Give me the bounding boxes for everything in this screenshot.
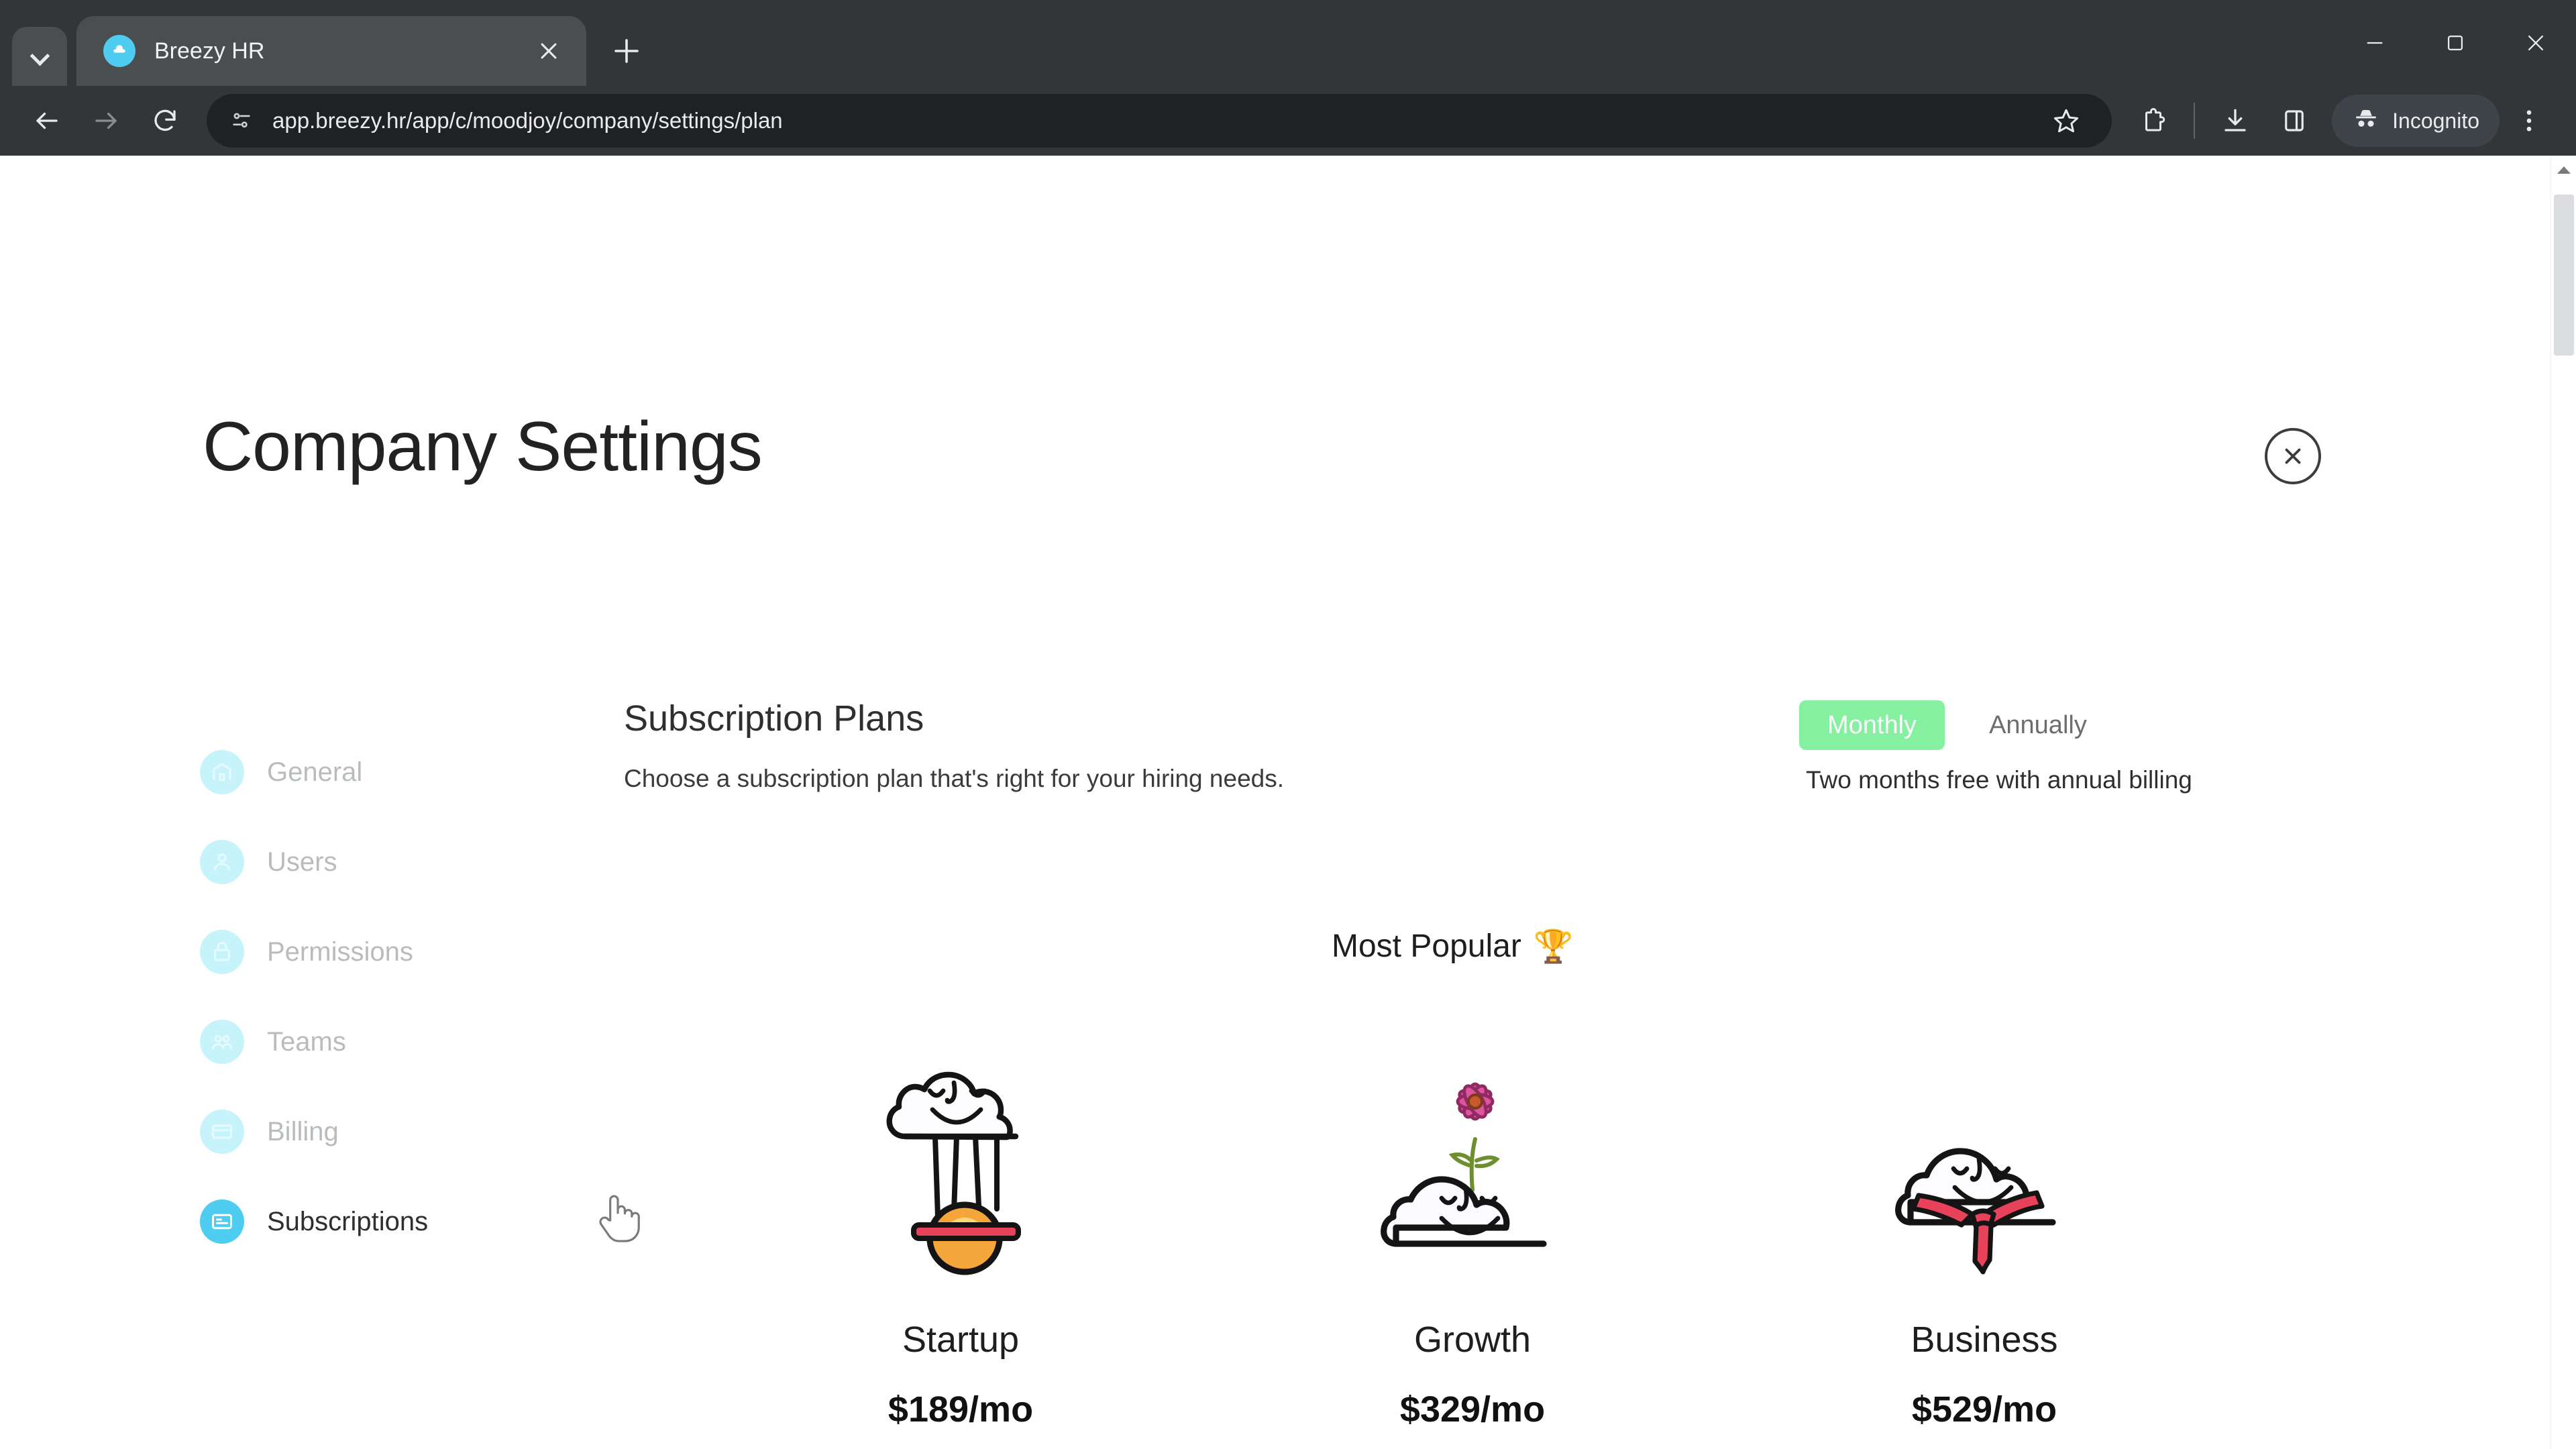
plan-name: Business (1911, 1320, 2058, 1360)
extensions-puzzle-icon[interactable] (2124, 91, 2183, 150)
mouse-cursor (593, 1190, 643, 1248)
settings-sidebar: General Users Permissions Teams Billing … (200, 747, 576, 1287)
incognito-hat-icon (2352, 105, 2380, 137)
subscription-plans-heading: Subscription Plans (624, 698, 924, 739)
site-settings-icon[interactable] (223, 102, 260, 140)
incognito-label: Incognito (2392, 108, 2479, 133)
browser-window: Breezy HR app.breezy.hr/app/c/moodjoy/co… (0, 0, 2576, 1449)
maximize-icon[interactable] (2415, 0, 2496, 86)
sidebar-item-general[interactable]: General (200, 747, 576, 797)
most-popular-label: Most Popular (1332, 928, 1521, 964)
browser-tab[interactable]: Breezy HR (76, 16, 586, 86)
plan-card-business[interactable]: Business $529/mo Ultimate hiring control… (1750, 1021, 2219, 1449)
plan-price: $529/mo (1911, 1389, 2057, 1430)
breezy-cloud-icon (103, 35, 136, 67)
url-text: app.breezy.hr/app/c/moodjoy/company/sett… (272, 108, 783, 133)
sidebar-item-label: Users (267, 847, 337, 877)
page-scrollbar[interactable] (2551, 156, 2576, 1449)
back-arrow-icon[interactable] (17, 91, 76, 150)
scrollbar-thumb[interactable] (2554, 195, 2574, 356)
tab-strip: Breezy HR (0, 0, 2576, 86)
plan-price: $329/mo (1399, 1389, 1546, 1430)
most-popular-badge: Most Popular 🏆 (1332, 927, 1574, 965)
omnibox-actions (2037, 91, 2096, 150)
scroll-up-arrow-icon[interactable] (2557, 166, 2571, 174)
reload-icon[interactable] (136, 91, 195, 150)
window-close-icon[interactable] (2496, 0, 2576, 86)
address-bar[interactable]: app.breezy.hr/app/c/moodjoy/company/sett… (207, 94, 2112, 148)
cloud-with-flower-illustration (1238, 1021, 1707, 1289)
download-icon[interactable] (2206, 91, 2265, 150)
user-icon (200, 840, 244, 884)
billing-period-toggle: Monthly Annually (1799, 700, 2115, 750)
subscription-plans-subheading: Choose a subscription plan that's right … (624, 765, 1285, 792)
sidebar-item-users[interactable]: Users (200, 837, 576, 887)
billing-note: Two months free with annual billing (1806, 766, 2192, 794)
plan-name: Growth (1413, 1320, 1532, 1360)
subscriptions-icon (200, 1199, 244, 1244)
star-icon[interactable] (2037, 91, 2096, 150)
billing-monthly-option[interactable]: Monthly (1799, 700, 1945, 750)
sidebar-item-label: Teams (267, 1026, 346, 1057)
plan-name: Startup (902, 1320, 1020, 1360)
page-viewport: Company Settings General Users Permissio… (0, 156, 2576, 1449)
sidebar-item-label: General (267, 757, 363, 787)
cloud-with-necktie-illustration (1750, 1021, 2219, 1289)
toolbar-divider (2194, 103, 2196, 139)
new-tab-button[interactable] (602, 27, 651, 75)
teams-icon (200, 1020, 244, 1064)
page-title: Company Settings (203, 408, 763, 486)
tab-search-button[interactable] (12, 27, 67, 86)
lock-icon (200, 930, 244, 974)
sidebar-item-teams[interactable]: Teams (200, 1017, 576, 1067)
incognito-indicator[interactable]: Incognito (2332, 95, 2500, 147)
billing-annually-option[interactable]: Annually (1961, 700, 2115, 750)
cloud-on-unicycle-illustration (726, 1021, 1195, 1289)
side-panel-icon[interactable] (2265, 91, 2324, 150)
sidebar-item-subscriptions[interactable]: Subscriptions (200, 1197, 576, 1246)
window-controls (2334, 0, 2576, 86)
sidebar-item-label: Billing (267, 1116, 339, 1146)
close-modal-icon[interactable] (2265, 428, 2321, 484)
credit-card-icon (200, 1110, 244, 1154)
sidebar-item-label: Subscriptions (267, 1206, 429, 1236)
sidebar-item-permissions[interactable]: Permissions (200, 927, 576, 977)
tab-close-icon[interactable] (530, 32, 568, 70)
plan-card-startup[interactable]: Startup $189/mo Enhanced hiring tools to… (726, 1021, 1195, 1449)
browser-toolbar: app.breezy.hr/app/c/moodjoy/company/sett… (0, 86, 2576, 156)
chevron-down-icon (31, 48, 48, 65)
sidebar-item-label: Permissions (267, 936, 413, 967)
forward-arrow-icon[interactable] (76, 91, 136, 150)
three-dot-menu-icon[interactable] (2500, 91, 2559, 150)
tab-title: Breezy HR (154, 38, 265, 64)
company-settings-modal: Company Settings General Users Permissio… (0, 156, 2551, 1449)
plan-price: $189/mo (888, 1389, 1034, 1430)
trophy-icon: 🏆 (1533, 929, 1574, 965)
plan-card-growth[interactable]: Growth $329/mo Hire better together (1238, 1021, 1707, 1449)
minimize-icon[interactable] (2334, 0, 2415, 86)
building-icon (200, 750, 244, 794)
sidebar-item-billing[interactable]: Billing (200, 1107, 576, 1157)
